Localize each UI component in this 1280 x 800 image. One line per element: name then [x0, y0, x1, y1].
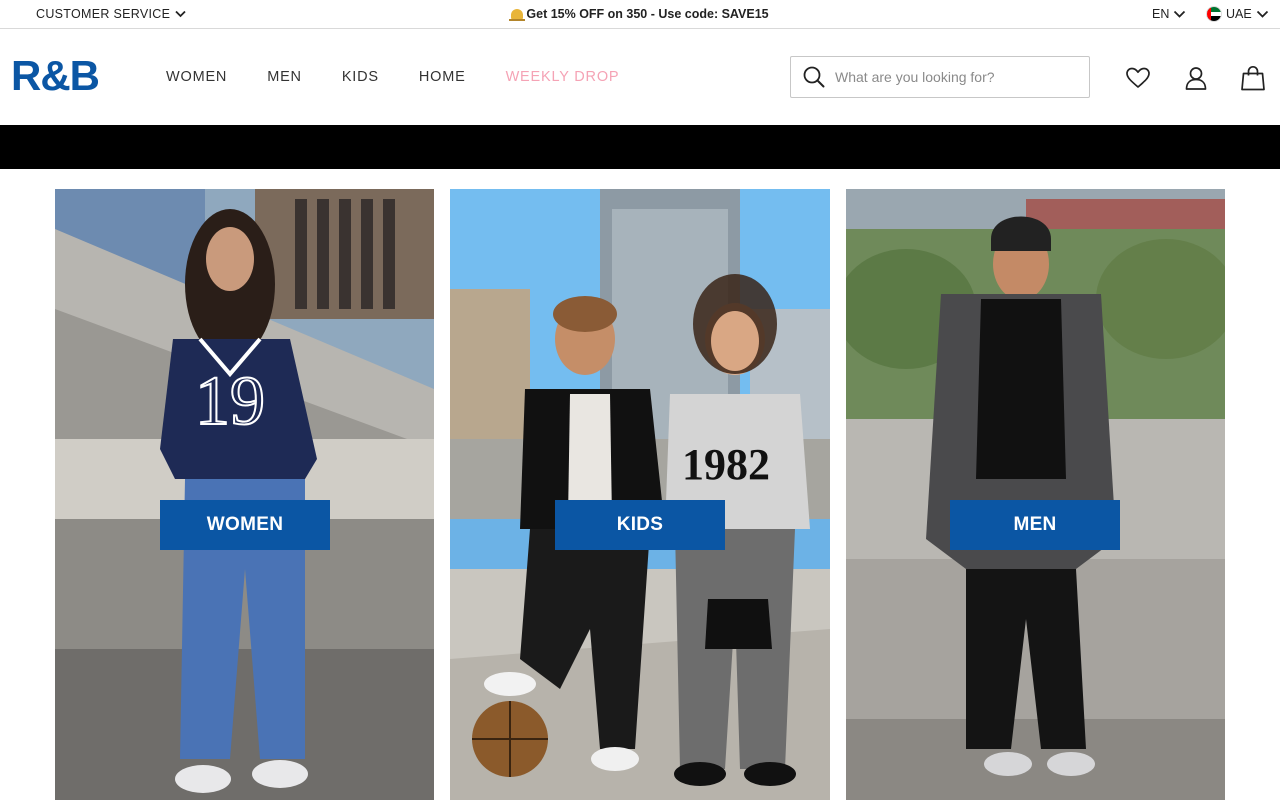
search-icon[interactable]	[802, 65, 826, 89]
men-category-image	[846, 189, 1225, 800]
uae-flag-icon	[1206, 6, 1222, 22]
shop-kids-button[interactable]: KIDS	[555, 500, 725, 550]
bell-icon	[509, 9, 526, 21]
nav-item-women[interactable]: WOMEN	[166, 69, 227, 85]
promo-strip	[0, 125, 1280, 169]
brand-logo[interactable]: R&B	[11, 55, 100, 97]
kids-category-image: 1982	[450, 189, 830, 800]
svg-text:1982: 1982	[682, 440, 770, 489]
promo-text: Get 15% OFF on 350 - Use code: SAVE15	[526, 7, 769, 21]
promo-banner: Get 15% OFF on 350 - Use code: SAVE15	[0, 7, 1280, 21]
user-icon[interactable]	[1183, 65, 1209, 91]
nav-item-kids[interactable]: KIDS	[342, 69, 379, 85]
shop-men-button[interactable]: MEN	[950, 500, 1120, 550]
search-box	[790, 56, 1090, 98]
search-input[interactable]	[835, 69, 1075, 85]
category-card-men[interactable]: MEN	[846, 189, 1225, 800]
nav-item-home[interactable]: HOME	[419, 69, 466, 85]
main-nav: WOMEN MEN KIDS HOME WEEKLY DROP	[166, 69, 659, 85]
category-card-women[interactable]: 19 WOMEN	[55, 189, 434, 800]
bag-icon[interactable]	[1240, 65, 1266, 91]
main-header: R&B WOMEN MEN KIDS HOME WEEKLY DROP	[0, 29, 1280, 125]
language-selector[interactable]: EN	[1152, 7, 1186, 21]
language-label: EN	[1152, 7, 1170, 21]
chevron-down-icon	[1256, 10, 1268, 18]
svg-text:19: 19	[195, 363, 265, 440]
country-label: UAE	[1226, 7, 1252, 21]
category-card-kids[interactable]: 1982 KIDS	[450, 189, 830, 800]
women-category-image: 19	[55, 189, 434, 800]
chevron-down-icon	[1174, 10, 1186, 18]
nav-item-weekly-drop[interactable]: WEEKLY DROP	[506, 69, 620, 85]
shop-women-button[interactable]: WOMEN	[160, 500, 330, 550]
country-selector[interactable]: UAE	[1206, 6, 1269, 22]
heart-icon[interactable]	[1125, 65, 1151, 91]
top-utility-bar: CUSTOMER SERVICE Get 15% OFF on 350 - Us…	[0, 0, 1280, 29]
nav-item-men[interactable]: MEN	[267, 69, 302, 85]
